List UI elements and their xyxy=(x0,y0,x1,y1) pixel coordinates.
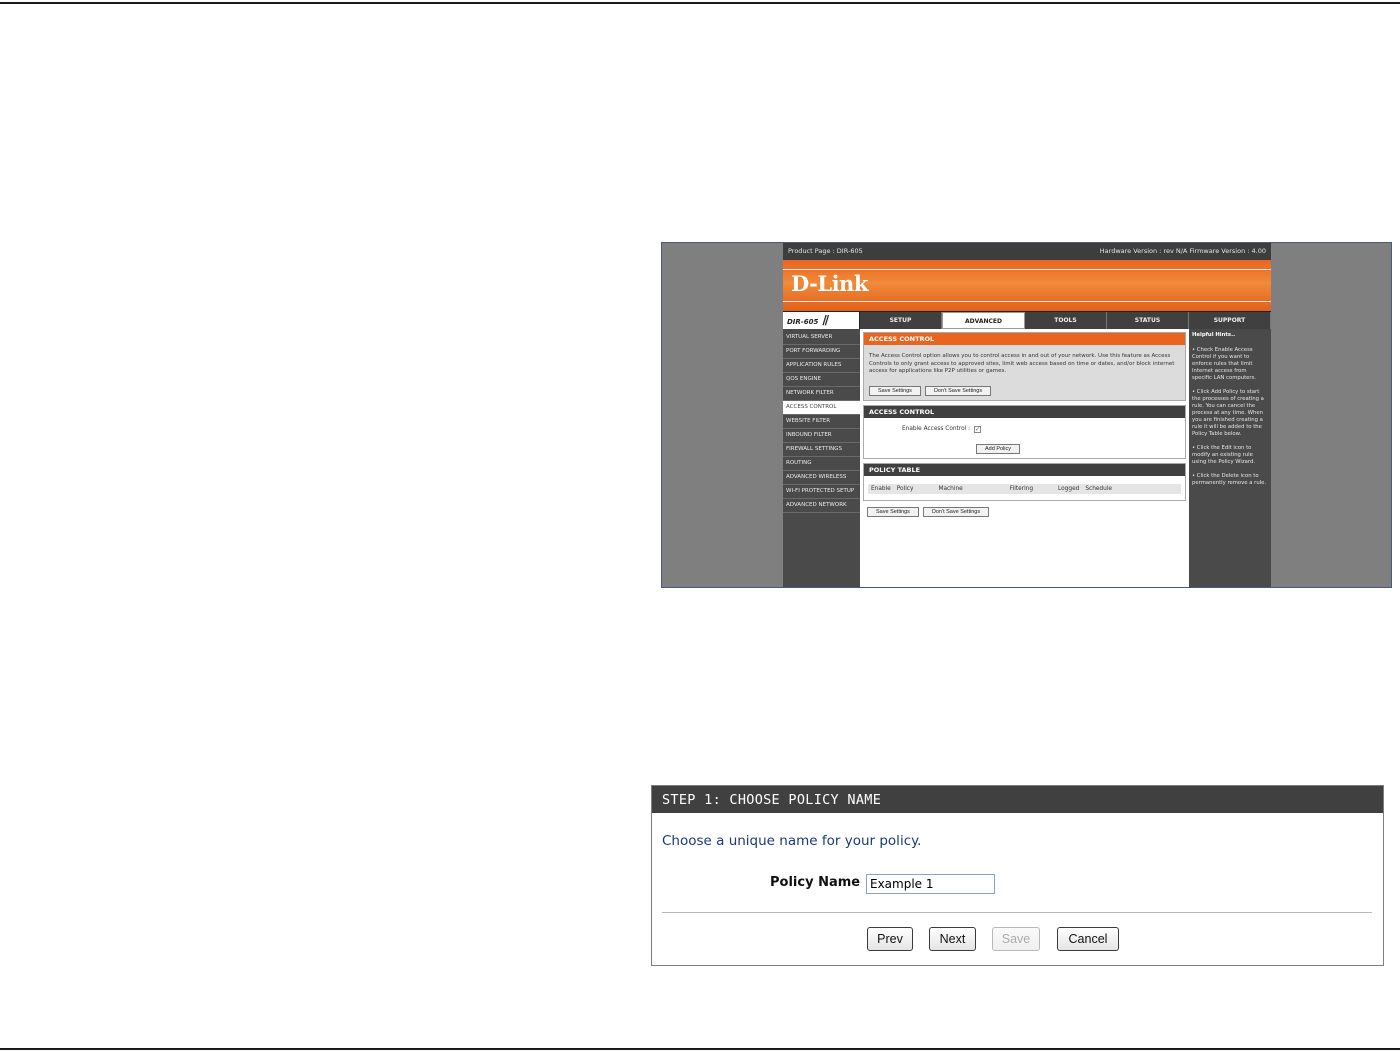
next-button[interactable]: Next xyxy=(929,927,976,951)
nav-firewall-settings[interactable]: FIREWALL SETTINGS xyxy=(783,443,860,457)
col-machine: Machine xyxy=(938,485,963,492)
tab-advanced[interactable]: ADVANCED xyxy=(942,312,1025,329)
model-badge: DIR-605// xyxy=(783,312,860,329)
dont-save-settings-button[interactable]: Don't Save Settings xyxy=(924,385,992,396)
nav-access-control[interactable]: ACCESS CONTROL xyxy=(783,401,860,415)
policy-table-header: Enable Policy Machine Filtering Logged S… xyxy=(868,483,1181,494)
col-enable: Enable xyxy=(871,485,891,492)
save-settings-bottom-button[interactable]: Save Settings xyxy=(867,506,919,517)
col-policy: Policy xyxy=(896,485,914,492)
help-title: Helpful Hints.. xyxy=(1192,332,1236,338)
nav-advanced-wireless[interactable]: ADVANCED WIRELESS xyxy=(783,471,860,485)
top-rule xyxy=(0,2,1400,4)
nav-routing[interactable]: ROUTING xyxy=(783,457,860,471)
cancel-button[interactable]: Cancel xyxy=(1057,927,1119,951)
help-item: • Click the Edit icon to modify an exist… xyxy=(1192,445,1256,465)
nav-website-filter[interactable]: WEBSITE FILTER xyxy=(783,415,860,429)
add-policy-button[interactable]: Add Policy xyxy=(976,443,1020,454)
save-button[interactable]: Save xyxy=(992,927,1040,951)
tab-status[interactable]: STATUS xyxy=(1107,312,1189,329)
dont-save-settings-bottom-button[interactable]: Don't Save Settings xyxy=(922,506,990,517)
save-settings-button[interactable]: Save Settings xyxy=(869,385,921,396)
nav-inbound-filter[interactable]: INBOUND FILTER xyxy=(783,429,860,443)
step-header: STEP 1: CHOOSE POLICY NAME xyxy=(652,786,1383,813)
policy-name-label: Policy Name : xyxy=(770,875,870,890)
main-content: ACCESS CONTROL The Access Control option… xyxy=(860,329,1189,587)
intro-heading: ACCESS CONTROL xyxy=(864,333,1185,345)
router-body: VIRTUAL SERVER PORT FORWARDING APPLICATI… xyxy=(783,329,1271,587)
nav-virtual-server[interactable]: VIRTUAL SERVER xyxy=(783,331,860,345)
access-control-heading: ACCESS CONTROL xyxy=(864,405,1185,418)
tab-tools[interactable]: TOOLS xyxy=(1025,312,1107,329)
router-topbar: Product Page : DIR-605 Hardware Version … xyxy=(783,243,1271,260)
intro-text: The Access Control option allows you to … xyxy=(869,353,1175,374)
policy-table-heading: POLICY TABLE xyxy=(864,463,1185,476)
col-logged: Logged xyxy=(1058,485,1080,492)
policy-table-section: POLICY TABLE Enable Policy Machine Filte… xyxy=(863,462,1186,501)
nav-network-filter[interactable]: NETWORK FILTER xyxy=(783,387,860,401)
router-frame: Product Page : DIR-605 Hardware Version … xyxy=(783,243,1271,587)
tab-support[interactable]: SUPPORT xyxy=(1189,312,1271,329)
col-filtering: Filtering xyxy=(1009,485,1034,492)
help-item: • Check Enable Access Control if you wan… xyxy=(1192,347,1257,381)
product-page-label: Product Page : DIR-605 xyxy=(788,247,863,255)
step-instruction: Choose a unique name for your policy. xyxy=(662,833,922,849)
nav-port-forwarding[interactable]: PORT FORWARDING xyxy=(783,345,860,359)
enable-access-control-checkbox[interactable]: ✓ xyxy=(974,425,982,433)
policy-name-input[interactable] xyxy=(866,874,995,894)
helpful-hints: Helpful Hints.. • Check Enable Access Co… xyxy=(1189,329,1271,587)
nav-wifi-protected-setup[interactable]: WI-FI PROTECTED SETUP xyxy=(783,485,860,499)
nav-application-rules[interactable]: APPLICATION RULES xyxy=(783,359,860,373)
col-schedule: Schedule xyxy=(1085,485,1112,492)
nav-qos-engine[interactable]: QOS ENGINE xyxy=(783,373,860,387)
router-screenshot: Product Page : DIR-605 Hardware Version … xyxy=(661,242,1392,588)
divider xyxy=(662,912,1372,913)
enable-access-control-label: Enable Access Control : xyxy=(902,426,971,432)
nav-advanced-network[interactable]: ADVANCED NETWORK xyxy=(783,499,860,513)
policy-wizard-step1: STEP 1: CHOOSE POLICY NAME Choose a uniq… xyxy=(651,785,1384,966)
left-nav: VIRTUAL SERVER PORT FORWARDING APPLICATI… xyxy=(783,329,860,587)
version-label: Hardware Version : rev N/A Firmware Vers… xyxy=(1099,247,1266,255)
dlink-logo: D-Link xyxy=(791,271,868,296)
access-control-section: ACCESS CONTROL Enable Access Control : ✓… xyxy=(863,404,1186,459)
router-banner: D-Link xyxy=(783,260,1271,311)
bottom-rule xyxy=(0,1048,1400,1050)
tab-setup[interactable]: SETUP xyxy=(860,312,942,329)
main-tabs: DIR-605// SETUP ADVANCED TOOLS STATUS SU… xyxy=(783,311,1271,329)
prev-button[interactable]: Prev xyxy=(867,927,913,951)
intro-section: ACCESS CONTROL The Access Control option… xyxy=(863,332,1186,401)
help-item: • Click Add Policy to start the processe… xyxy=(1192,389,1264,437)
help-item: • Click the Delete icon to permanently r… xyxy=(1192,473,1267,486)
